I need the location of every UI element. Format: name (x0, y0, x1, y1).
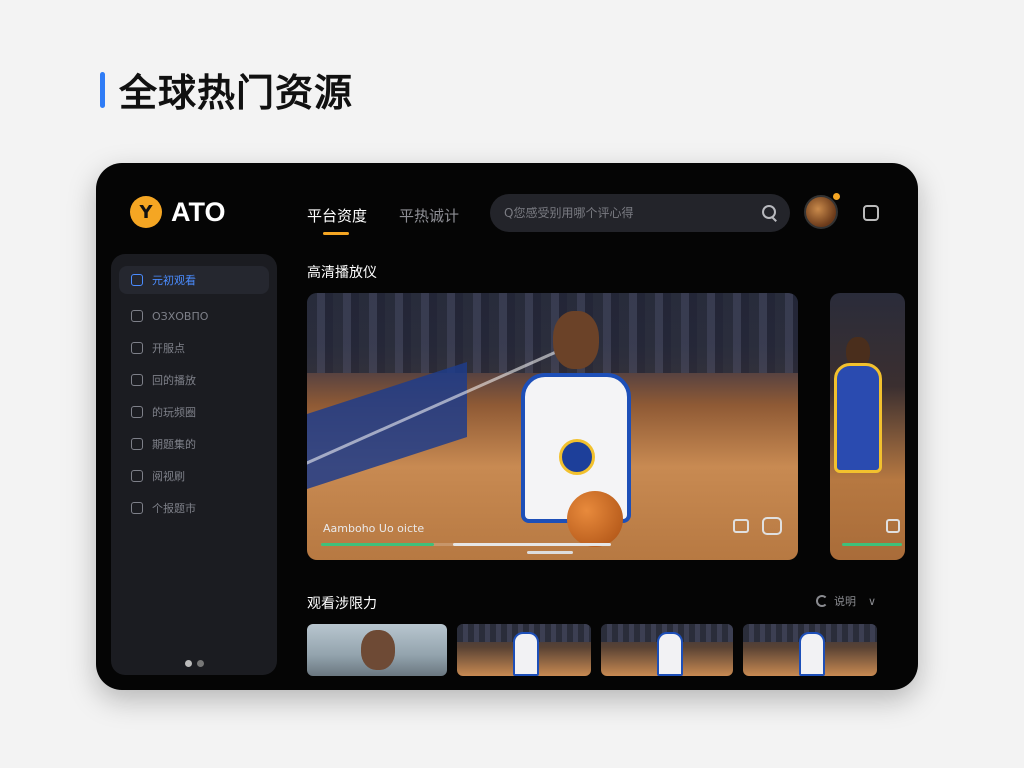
sidebar: 元初观看 ОЗХОВПО 开服点 回的播放 的玩频圈 期题集的 阅视刷 个报题市 (111, 254, 277, 675)
player-figure (834, 363, 882, 473)
sidebar-item-label: 阅视刷 (152, 470, 185, 483)
header-tabs: 平台资度 平热诚计 (307, 205, 459, 235)
video-progress-fill (321, 543, 435, 546)
carousel-indicator (527, 551, 573, 554)
video-buffer-bar (453, 543, 611, 546)
share-icon[interactable] (762, 517, 782, 535)
sidebar-item-label: 回的播放 (152, 374, 196, 387)
sidebar-item-7[interactable]: 阅视刷 (119, 462, 269, 490)
page-title: 全球热门资源 (119, 71, 354, 115)
page-heading: 全球热门资源 (100, 62, 353, 117)
search-input[interactable] (504, 206, 756, 220)
sidebar-item-label: 期题集的 (152, 438, 196, 451)
logo-mark-icon: Y (130, 196, 162, 228)
video-caption: Aamboho Uo oicte (323, 522, 425, 535)
tag-icon (131, 502, 143, 514)
video-thumbnail[interactable] (307, 624, 447, 676)
sidebar-item-4[interactable]: 回的播放 (119, 366, 269, 394)
basketball-icon (567, 491, 623, 547)
subtitle-icon[interactable] (886, 519, 900, 533)
tab-label: 平台资度 (307, 207, 368, 225)
chevron-down-icon: ∨ (868, 594, 877, 608)
video-progress-bar[interactable] (321, 543, 611, 546)
app-logo[interactable]: Y ATO (130, 196, 226, 228)
pager-dot[interactable] (184, 660, 192, 667)
tab-platform[interactable]: 平台资度 (307, 205, 368, 235)
player-figure (497, 311, 657, 560)
sidebar-item-watch[interactable]: 元初观看 (119, 266, 269, 294)
section-title-watch: 观看涉限力 (307, 596, 377, 612)
section-actions[interactable]: 说明 ∨ (816, 593, 876, 609)
shield-icon (131, 438, 143, 450)
sidebar-item-label: 个报题市 (152, 502, 196, 515)
notification-dot (833, 193, 840, 200)
search-icon[interactable] (762, 205, 778, 221)
sidebar-item-label: 元初观看 (152, 274, 196, 287)
video-thumbnail[interactable] (601, 624, 733, 676)
avatar[interactable] (804, 195, 838, 229)
video-thumbnail[interactable] (457, 624, 591, 676)
section-title-hd: 高清播放仪 (307, 265, 377, 281)
presenter-face (361, 630, 395, 670)
tab-active-indicator (323, 232, 350, 235)
screen-icon (131, 374, 143, 386)
tv-icon (131, 310, 143, 322)
section-action-label: 说明 (834, 595, 856, 608)
sidebar-pager (111, 660, 277, 667)
team-logo-icon (559, 439, 595, 475)
next-video-card[interactable] (830, 293, 905, 560)
home-icon (131, 342, 143, 354)
tab-stats[interactable]: 平热诚计 (399, 205, 459, 226)
player-head (553, 311, 599, 369)
pager-dot[interactable] (196, 660, 204, 667)
player-figure (513, 632, 539, 676)
chart-icon (131, 406, 143, 418)
tab-label: 平热诚计 (399, 207, 460, 225)
sidebar-item-label: ОЗХОВПО (152, 309, 209, 323)
video-thumbnail[interactable] (743, 624, 877, 676)
sidebar-item-3[interactable]: 开服点 (119, 334, 269, 362)
tablet-frame: Y ATO 元初观看 ОЗХОВПО 开服点 回的播放 的玩频圈 期题集的 阅视… (96, 163, 918, 690)
player-figure (799, 632, 825, 676)
chat-icon (131, 470, 143, 482)
sidebar-item-label: 的玩频圈 (152, 406, 196, 419)
heading-accent-bar (100, 71, 105, 108)
video-progress-fill (842, 543, 902, 546)
sidebar-item-2[interactable]: ОЗХОВПО (119, 302, 269, 330)
sidebar-item-label: 开服点 (152, 342, 185, 355)
fullscreen-icon[interactable] (863, 205, 879, 221)
sidebar-item-5[interactable]: 的玩频圈 (119, 398, 269, 426)
hero-video-card[interactable]: Aamboho Uo oicte (307, 293, 798, 560)
logo-text: ATO (171, 196, 226, 227)
player-figure (657, 632, 683, 676)
doc-icon (131, 274, 143, 286)
sidebar-item-8[interactable]: 个报题市 (119, 494, 269, 522)
search-bar (490, 194, 790, 232)
thumbnail-row (307, 624, 877, 676)
refresh-icon (816, 595, 828, 607)
subtitle-icon[interactable] (733, 519, 749, 533)
sidebar-item-6[interactable]: 期题集的 (119, 430, 269, 458)
